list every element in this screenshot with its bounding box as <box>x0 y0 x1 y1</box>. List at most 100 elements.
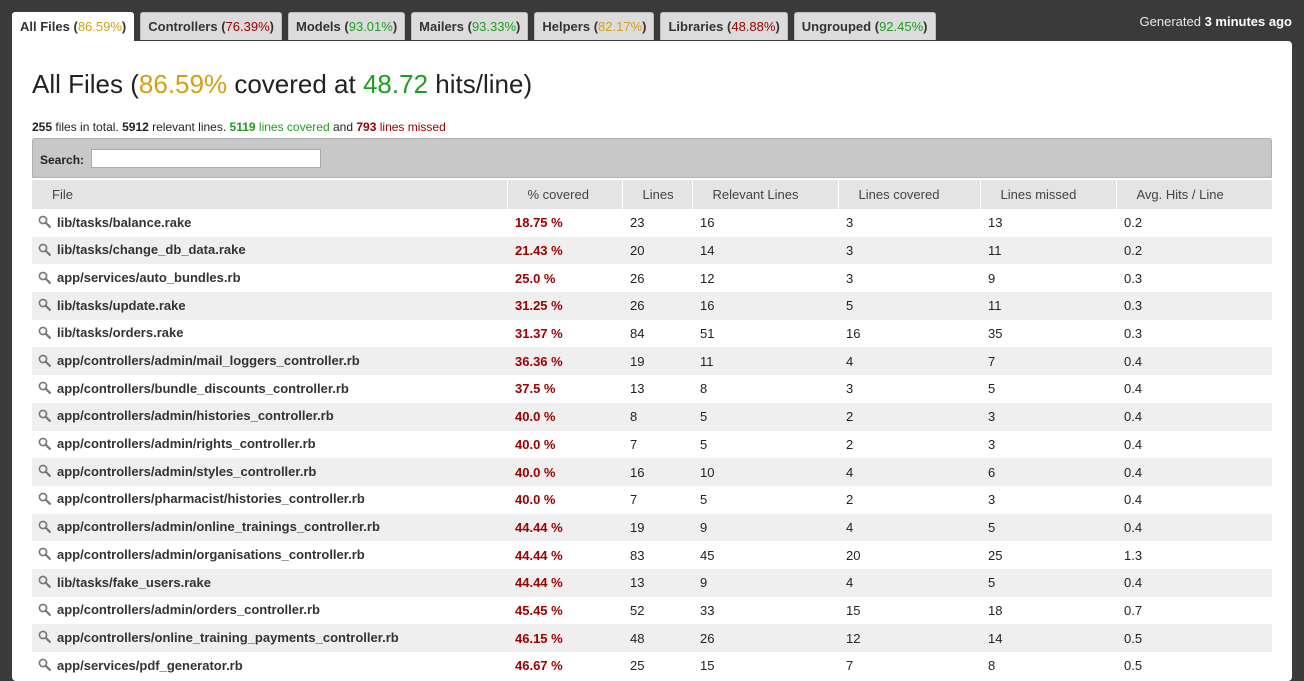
cell-lines-covered: 4 <box>838 347 980 376</box>
cell-coverage-percent: 46.15 % <box>507 624 622 652</box>
title-hits: 48.72 <box>362 69 429 99</box>
cell-lines-count: 52 <box>622 596 692 625</box>
table-row: app/controllers/pharmacist/histories_con… <box>32 485 1272 514</box>
table-row: lib/tasks/balance.rake 18.75 % 23 16 3 13 0.2 <box>32 209 1272 237</box>
magnifier-icon <box>38 298 51 314</box>
search-input[interactable] <box>91 149 321 168</box>
tab-controllers[interactable]: Controllers (76.39%) <box>140 12 282 40</box>
file-link[interactable]: app/controllers/admin/styles_controller.… <box>57 464 316 479</box>
cell-lines-count: 7 <box>622 485 692 514</box>
table-row: app/controllers/bundle_discounts_control… <box>32 375 1272 403</box>
title-name: All Files <box>32 69 124 99</box>
file-link[interactable]: app/controllers/pharmacist/histories_con… <box>57 491 365 506</box>
column-header[interactable]: Relevant Lines <box>692 180 839 209</box>
cell-relevant-lines: 33 <box>692 596 838 625</box>
cell-lines-missed: 3 <box>980 402 1116 431</box>
file-link[interactable]: app/controllers/admin/histories_controll… <box>57 408 334 423</box>
cell-coverage-percent: 40.0 % <box>507 458 622 486</box>
cell-coverage-percent: 31.37 % <box>507 319 622 348</box>
cell-lines-covered: 20 <box>838 541 980 569</box>
file-link[interactable]: lib/tasks/change_db_data.rake <box>57 242 246 257</box>
column-header[interactable]: Avg. Hits / Line <box>1116 180 1272 209</box>
magnifier-icon <box>38 271 51 287</box>
tab-models[interactable]: Models (93.01%) <box>287 12 406 40</box>
cell-avg-hits: 0.2 <box>1116 236 1272 265</box>
cell-lines-missed: 3 <box>980 430 1116 459</box>
cell-lines-count: 26 <box>622 292 692 320</box>
tab-mailers[interactable]: Mailers (93.33%) <box>411 12 529 40</box>
cell-lines-covered: 7 <box>838 652 980 680</box>
cell-avg-hits: 0.4 <box>1116 347 1272 376</box>
magnifier-icon <box>38 354 51 370</box>
coverage-summary: 255 files in total. 5912 relevant lines.… <box>32 120 446 134</box>
tab-all-files[interactable]: All Files (86.59%) <box>12 12 135 41</box>
cell-lines-missed: 11 <box>980 292 1116 320</box>
tab-label: Models <box>295 19 341 34</box>
cell-coverage-percent: 44.44 % <box>507 513 622 542</box>
cell-lines-covered: 3 <box>838 209 980 237</box>
file-link[interactable]: app/services/pdf_generator.rb <box>57 658 243 673</box>
cell-file-name: app/controllers/admin/mail_loggers_contr… <box>32 347 507 376</box>
file-link[interactable]: app/controllers/admin/mail_loggers_contr… <box>57 353 360 368</box>
cell-avg-hits: 0.2 <box>1116 209 1272 237</box>
tab-libraries[interactable]: Libraries (48.88%) <box>660 12 788 40</box>
summary-missed: 793 <box>356 120 377 134</box>
cell-coverage-percent: 40.0 % <box>507 430 622 459</box>
column-header[interactable]: Lines <box>622 180 693 209</box>
generated-prefix: Generated <box>1139 14 1201 29</box>
magnifier-icon <box>38 215 51 231</box>
file-link[interactable]: app/controllers/admin/online_trainings_c… <box>57 519 380 534</box>
file-link[interactable]: app/controllers/admin/organisations_cont… <box>57 547 365 562</box>
title-middle: covered at <box>234 69 356 99</box>
column-header[interactable]: Lines covered <box>838 180 981 209</box>
cell-lines-missed: 7 <box>980 347 1116 376</box>
table-row: lib/tasks/orders.rake 31.37 % 84 51 16 35 0.3 <box>32 319 1272 348</box>
column-header[interactable]: % covered <box>507 180 623 209</box>
cell-avg-hits: 0.4 <box>1116 430 1272 459</box>
cell-file-name: app/controllers/bundle_discounts_control… <box>32 375 507 403</box>
cell-lines-count: 16 <box>622 458 692 486</box>
generated-value: 3 minutes ago <box>1204 14 1292 29</box>
cell-coverage-percent: 40.0 % <box>507 485 622 514</box>
cell-avg-hits: 0.4 <box>1116 513 1272 542</box>
tab-label: Controllers <box>148 19 218 34</box>
summary-relevant-text: relevant lines. <box>152 120 227 134</box>
file-link[interactable]: lib/tasks/orders.rake <box>57 325 183 340</box>
cell-lines-covered: 3 <box>838 236 980 265</box>
file-link[interactable]: app/controllers/bundle_discounts_control… <box>57 381 349 396</box>
file-link[interactable]: lib/tasks/fake_users.rake <box>57 575 211 590</box>
file-link[interactable]: lib/tasks/balance.rake <box>57 215 191 230</box>
generated-timestamp: Generated 3 minutes ago <box>1140 14 1292 29</box>
file-link[interactable]: app/services/auto_bundles.rb <box>57 270 241 285</box>
file-link[interactable]: app/controllers/online_training_payments… <box>57 630 399 645</box>
cell-file-name: lib/tasks/fake_users.rake <box>32 568 507 597</box>
cell-lines-count: 7 <box>622 430 692 459</box>
cell-coverage-percent: 46.67 % <box>507 652 622 680</box>
tab-coverage: 92.45% <box>879 19 924 34</box>
cell-coverage-percent: 44.44 % <box>507 541 622 569</box>
tab-coverage: 93.33% <box>471 19 517 34</box>
cell-file-name: lib/tasks/change_db_data.rake <box>32 236 507 265</box>
tab-label: Ungrouped <box>801 19 872 34</box>
cell-lines-count: 8 <box>622 402 692 431</box>
tab-coverage: 76.39% <box>225 19 270 34</box>
cell-relevant-lines: 51 <box>692 319 838 348</box>
cell-lines-covered: 15 <box>838 596 980 625</box>
column-header[interactable]: Lines missed <box>980 180 1117 209</box>
cell-avg-hits: 0.4 <box>1116 375 1272 403</box>
file-link[interactable]: app/controllers/admin/orders_controller.… <box>57 602 320 617</box>
cell-avg-hits: 0.4 <box>1116 458 1272 486</box>
column-header[interactable]: File <box>32 180 508 209</box>
cell-lines-count: 13 <box>622 568 692 597</box>
tab-helpers[interactable]: Helpers (82.17%) <box>534 12 655 40</box>
cell-lines-count: 25 <box>622 652 692 680</box>
summary-relevant: 5912 <box>122 120 149 134</box>
file-link[interactable]: lib/tasks/update.rake <box>57 298 186 313</box>
cell-lines-missed: 5 <box>980 513 1116 542</box>
tab-ungrouped[interactable]: Ungrouped (92.45%) <box>793 12 936 40</box>
cell-avg-hits: 0.3 <box>1116 292 1272 320</box>
file-link[interactable]: app/controllers/admin/rights_controller.… <box>57 436 316 451</box>
cell-file-name: app/controllers/online_training_payments… <box>32 624 507 652</box>
files-table: File% covered Lines Relevant Lines Lines co… <box>32 180 1272 680</box>
content-panel: All Files (86.59% covered at 48.72 hits/… <box>12 41 1292 681</box>
